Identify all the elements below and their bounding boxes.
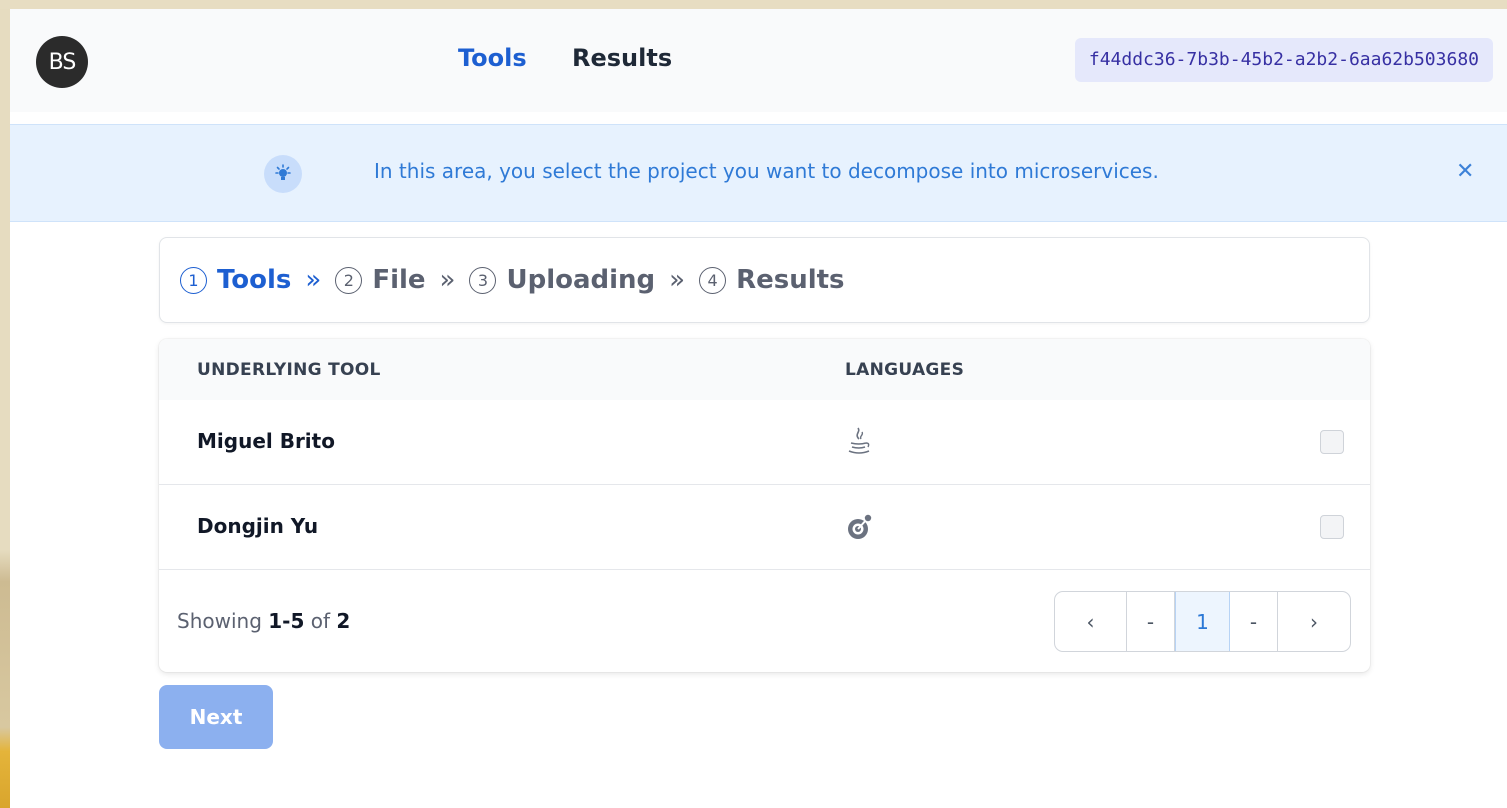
showing-label: Showing: [177, 609, 262, 633]
app-window: BS Tools Results f44ddc36-7b3b-45b2-a2b2…: [10, 9, 1507, 808]
nav-link-results[interactable]: Results: [572, 44, 672, 72]
close-icon[interactable]: ✕: [1456, 159, 1474, 184]
chevron-double-right-icon: »: [305, 265, 322, 295]
of-label: of: [310, 609, 331, 633]
scala-icon: [841, 509, 877, 545]
page-placeholder-left: -: [1127, 592, 1175, 651]
step-number: 3: [469, 266, 497, 294]
pagination: ‹ - 1 - ›: [1054, 591, 1351, 652]
page-placeholder-right: -: [1230, 592, 1278, 651]
tool-name: Dongjin Yu: [197, 514, 319, 538]
step-label: File: [372, 265, 426, 295]
showing-total: 2: [336, 609, 351, 633]
table-row[interactable]: Miguel Brito: [159, 400, 1370, 485]
showing-range: 1-5: [268, 609, 305, 633]
table-header: UNDERLYING TOOL LANGUAGES: [159, 339, 1370, 400]
step-label: Results: [736, 265, 845, 295]
logo[interactable]: BS: [36, 36, 88, 88]
step-file[interactable]: 2 File: [335, 265, 426, 295]
step-label: Tools: [217, 265, 292, 295]
step-results[interactable]: 4 Results: [699, 265, 845, 295]
row-checkbox[interactable]: [1320, 515, 1344, 539]
chevron-right-icon[interactable]: ›: [1278, 592, 1350, 651]
alert-message: In this area, you select the project you…: [374, 159, 1159, 183]
session-id-badge: f44ddc36-7b3b-45b2-a2b2-6aa62b503680: [1074, 38, 1493, 82]
nav-link-tools[interactable]: Tools: [458, 44, 527, 72]
step-number: 2: [335, 266, 363, 294]
top-header: BS Tools Results f44ddc36-7b3b-45b2-a2b2…: [10, 9, 1507, 112]
chevron-left-icon[interactable]: ‹: [1055, 592, 1127, 651]
desktop-top-edge: [0, 0, 1507, 9]
step-label: Uploading: [506, 265, 656, 295]
step-tools[interactable]: 1 Tools: [180, 265, 291, 295]
chevron-double-right-icon: »: [669, 265, 686, 295]
chevron-double-right-icon: »: [439, 265, 456, 295]
step-number: 4: [699, 266, 727, 294]
column-header-languages: LANGUAGES: [845, 360, 965, 380]
java-icon: [841, 424, 877, 460]
info-alert: In this area, you select the project you…: [10, 124, 1507, 222]
step-uploading[interactable]: 3 Uploading: [469, 265, 655, 295]
pagination-summary: Showing 1-5 of 2: [177, 609, 350, 633]
next-button[interactable]: Next: [159, 685, 273, 749]
step-number: 1: [180, 266, 207, 294]
desktop-wallpaper: [0, 0, 10, 808]
lightbulb-icon: [264, 155, 302, 193]
page-current[interactable]: 1: [1175, 592, 1230, 651]
tools-table-card: UNDERLYING TOOL LANGUAGES Miguel Brito D…: [159, 339, 1370, 672]
row-checkbox[interactable]: [1320, 430, 1344, 454]
tool-name: Miguel Brito: [197, 429, 335, 453]
column-header-tool: UNDERLYING TOOL: [197, 360, 381, 380]
table-row[interactable]: Dongjin Yu: [159, 485, 1370, 570]
stepper: 1 Tools » 2 File » 3 Uploading » 4 Resul…: [159, 237, 1370, 323]
